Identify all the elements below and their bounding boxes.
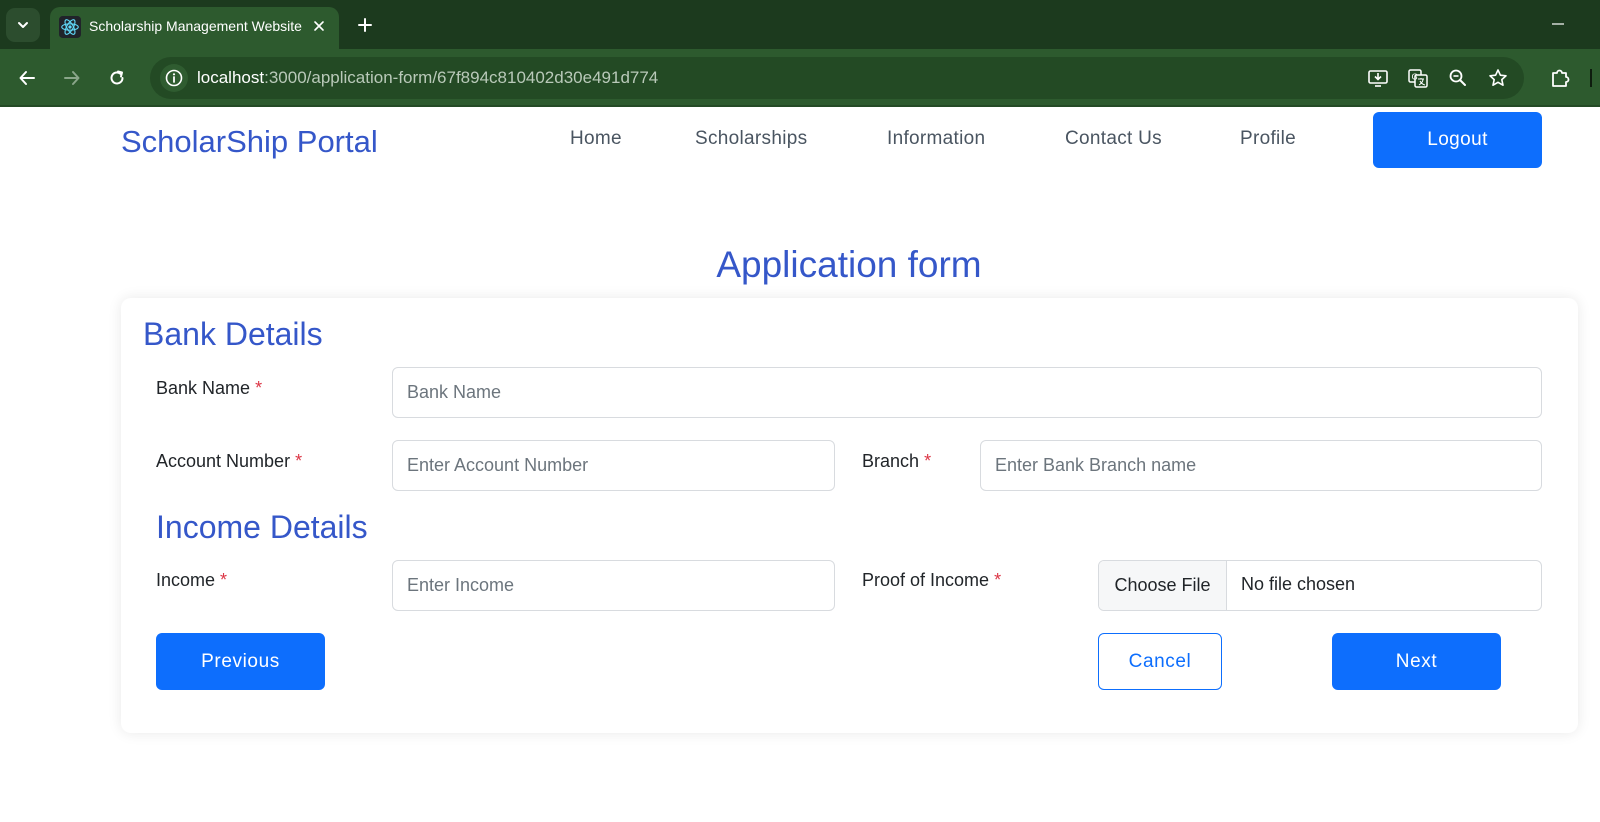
nav-link-scholarships[interactable]: Scholarships bbox=[695, 128, 807, 150]
browser-tab-strip: Scholarship Management Website bbox=[0, 0, 1600, 49]
zoom-out-icon bbox=[1449, 69, 1466, 86]
info-icon bbox=[165, 69, 183, 87]
income-input[interactable] bbox=[392, 560, 835, 611]
minimize-icon bbox=[1552, 23, 1564, 25]
extensions-button[interactable] bbox=[1545, 63, 1575, 93]
browser-tab-active[interactable]: Scholarship Management Website bbox=[50, 7, 339, 49]
nav-link-contact-us[interactable]: Contact Us bbox=[1065, 128, 1162, 150]
previous-button[interactable]: Previous bbox=[156, 633, 325, 690]
svg-text:G: G bbox=[1412, 73, 1418, 82]
back-button[interactable] bbox=[12, 63, 42, 93]
arrow-right-icon bbox=[64, 71, 80, 85]
required-marker: * bbox=[255, 378, 263, 398]
tab-search-button[interactable] bbox=[6, 8, 40, 42]
branch-input[interactable] bbox=[980, 440, 1542, 491]
reload-button[interactable] bbox=[102, 63, 132, 93]
translate-icon: G bbox=[1408, 69, 1428, 88]
page-title: Application form bbox=[716, 244, 982, 285]
nav-link-information[interactable]: Information bbox=[887, 128, 985, 150]
browser-menu-edge bbox=[1590, 69, 1592, 87]
income-details-heading: Income Details bbox=[156, 509, 368, 545]
new-tab-button[interactable] bbox=[350, 10, 380, 40]
income-label: Income * bbox=[156, 570, 227, 591]
choose-file-button[interactable]: Choose File bbox=[1099, 561, 1227, 610]
branch-label: Branch * bbox=[862, 451, 931, 472]
logout-button[interactable]: Logout bbox=[1373, 112, 1542, 168]
bank-name-input[interactable] bbox=[392, 367, 1542, 418]
income-label-text: Income bbox=[156, 570, 216, 590]
site-info-button[interactable] bbox=[160, 64, 188, 92]
required-marker: * bbox=[220, 570, 228, 590]
url-host: localhost bbox=[197, 68, 265, 87]
close-icon bbox=[314, 21, 324, 31]
nav-link-home[interactable]: Home bbox=[570, 128, 622, 150]
browser-toolbar: localhost:3000/application-form/67f894c8… bbox=[0, 49, 1600, 107]
tab-title: Scholarship Management Website bbox=[89, 18, 302, 34]
branch-label-text: Branch bbox=[862, 451, 920, 471]
install-icon bbox=[1368, 70, 1388, 87]
required-marker: * bbox=[924, 451, 932, 471]
translate-button[interactable]: G bbox=[1406, 66, 1430, 90]
proof-of-income-label: Proof of Income * bbox=[862, 570, 1001, 591]
nav-link-profile[interactable]: Profile bbox=[1240, 128, 1296, 150]
puzzle-icon bbox=[1552, 69, 1570, 87]
file-status-text: No file chosen bbox=[1241, 574, 1356, 594]
url-path: :3000/application-form/67f894c810402d30e… bbox=[264, 68, 659, 87]
account-number-label: Account Number * bbox=[156, 451, 302, 472]
plus-icon bbox=[358, 18, 372, 32]
brand-logo[interactable]: ScholarShip Portal bbox=[121, 124, 378, 160]
tab-close-button[interactable] bbox=[306, 13, 332, 39]
next-button[interactable]: Next bbox=[1332, 633, 1501, 690]
proof-of-income-file-input[interactable]: Choose File No file chosen bbox=[1098, 560, 1542, 611]
account-number-label-text: Account Number bbox=[156, 451, 291, 471]
required-marker: * bbox=[994, 570, 1002, 590]
application-form-card: Bank Details Bank Name * Account Number … bbox=[121, 298, 1578, 733]
zoom-button[interactable] bbox=[1446, 66, 1470, 90]
forward-button[interactable] bbox=[57, 63, 87, 93]
proof-of-income-label-text: Proof of Income bbox=[862, 570, 990, 590]
required-marker: * bbox=[295, 451, 303, 471]
address-bar[interactable]: localhost:3000/application-form/67f894c8… bbox=[150, 57, 1524, 99]
bank-name-label-text: Bank Name bbox=[156, 378, 251, 398]
window-minimize-button[interactable] bbox=[1548, 14, 1568, 34]
bank-name-label: Bank Name * bbox=[156, 378, 262, 399]
account-number-input[interactable] bbox=[392, 440, 835, 491]
url-text: localhost:3000/application-form/67f894c8… bbox=[197, 68, 658, 88]
arrow-left-icon bbox=[19, 71, 35, 85]
cancel-button[interactable]: Cancel bbox=[1098, 633, 1222, 690]
bookmark-button[interactable] bbox=[1486, 66, 1510, 90]
bank-details-heading: Bank Details bbox=[143, 316, 323, 352]
star-icon bbox=[1489, 69, 1507, 86]
chevron-down-icon bbox=[18, 22, 28, 28]
site-navbar: ScholarShip Portal Home Scholarships Inf… bbox=[0, 107, 1600, 177]
react-logo-icon bbox=[59, 16, 81, 38]
install-app-button[interactable] bbox=[1366, 66, 1390, 90]
reload-icon bbox=[110, 70, 124, 85]
